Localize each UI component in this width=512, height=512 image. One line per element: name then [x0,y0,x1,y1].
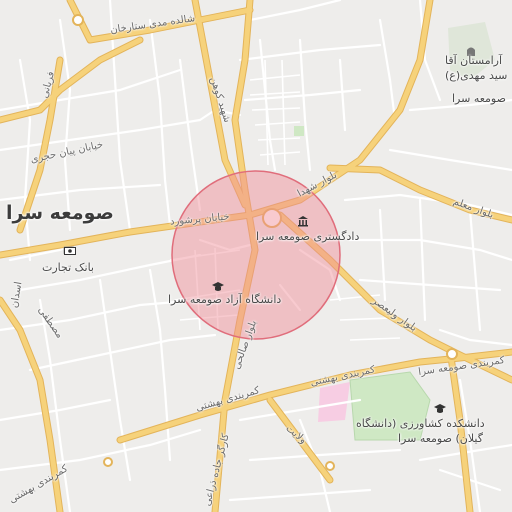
agri-college-label-line2[interactable]: گیلان) صومعه سرا [398,433,483,444]
bank-icon[interactable] [64,246,76,258]
shrine-label-line1[interactable]: آرامستان آقا [445,55,502,66]
roundabout-top [72,14,84,26]
agri-college-label-line1[interactable]: دانشکده کشاورزی (دانشگاه [356,418,485,429]
shrine-label-line2[interactable]: سید مهدی(ع) [445,70,507,81]
small-park [294,126,304,136]
map-view[interactable]: صومعه سرا دادگستری صومعه سرا دانشگاه آزا… [0,0,512,512]
azad-university-label[interactable]: دانشگاه آزاد صومعه سرا [168,294,281,305]
shrine-label-line3[interactable]: صومعه سرا [452,93,506,104]
bank-label[interactable]: بانک تجارت [42,262,94,273]
roundabout-east [446,348,458,360]
courthouse-icon[interactable] [297,215,309,227]
highlight-circle [171,170,341,340]
college-icon[interactable] [434,403,446,415]
court-label[interactable]: دادگستری صومعه سرا [256,231,359,242]
university-icon[interactable] [212,281,224,293]
roundabout-sw [103,457,113,467]
city-label: صومعه سرا [6,202,114,224]
roundabout-south [325,461,335,471]
